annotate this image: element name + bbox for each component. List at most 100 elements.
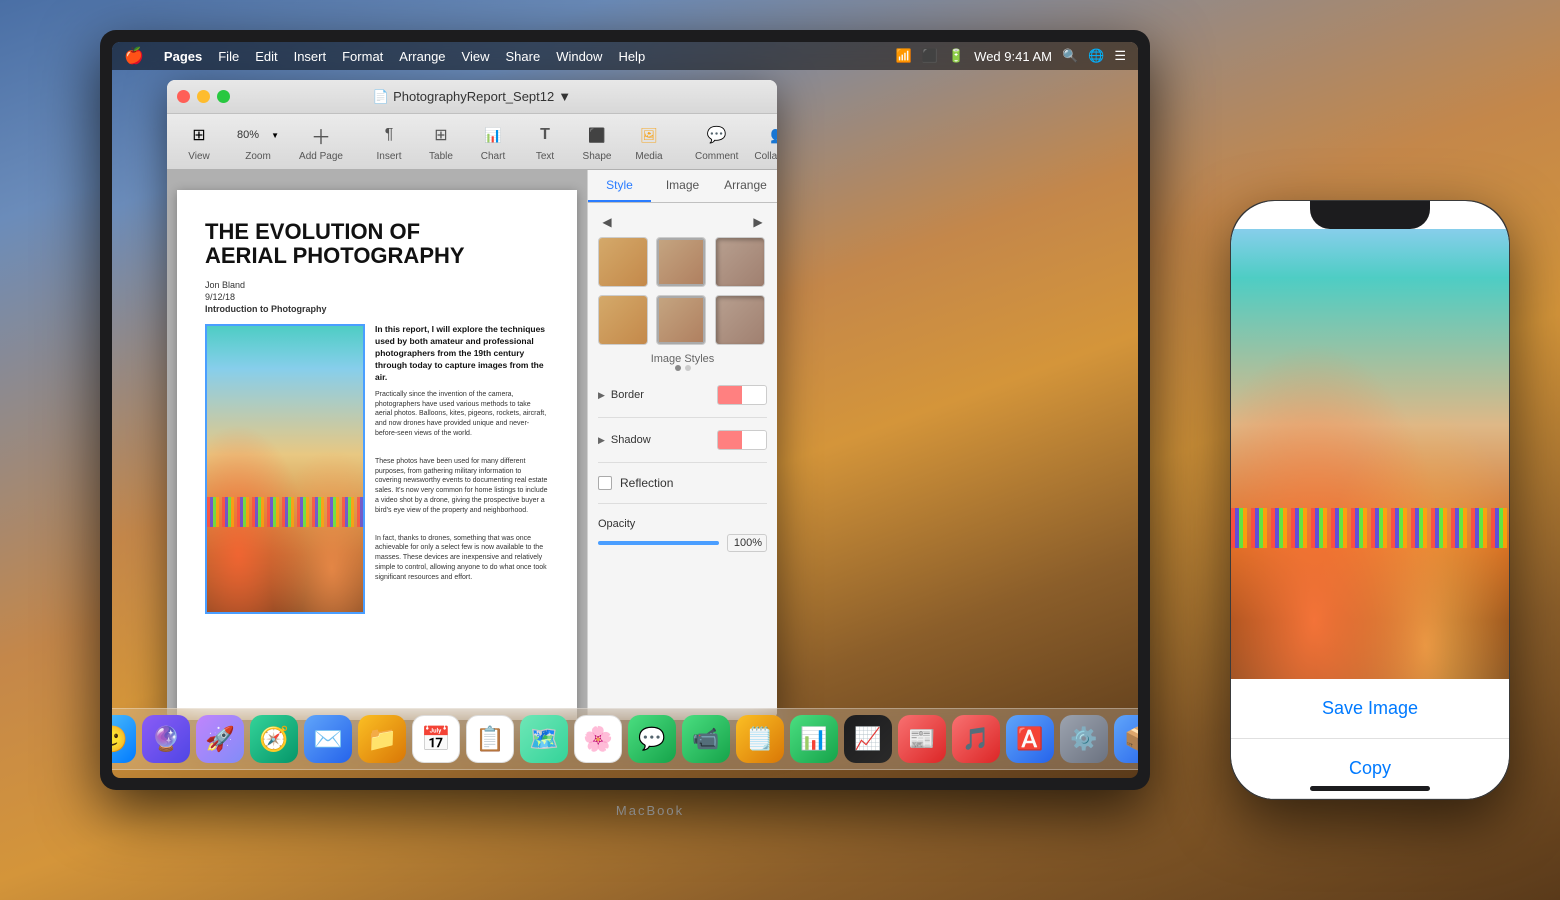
- dock-stocks[interactable]: 📈: [844, 715, 892, 763]
- window-menu[interactable]: Window: [556, 49, 602, 64]
- style-thumb-1[interactable]: [598, 237, 648, 287]
- border-expand-arrow[interactable]: ▶: [598, 390, 605, 401]
- file-menu[interactable]: File: [218, 49, 239, 64]
- table-button[interactable]: ⊞: [423, 121, 459, 149]
- tab-image[interactable]: Image: [651, 170, 714, 202]
- dock-messages[interactable]: 💬: [628, 715, 676, 763]
- apple-menu[interactable]: 🍎: [124, 46, 144, 66]
- style-thumb-4[interactable]: [598, 295, 648, 345]
- style-thumb-3[interactable]: [715, 237, 765, 287]
- comment-button[interactable]: 💬: [699, 121, 735, 149]
- title-dropdown-icon[interactable]: ▼: [558, 89, 571, 104]
- style-thumb-2[interactable]: [656, 237, 706, 287]
- dock-reminders[interactable]: 📋: [466, 715, 514, 763]
- border-color-swatch[interactable]: [717, 385, 767, 405]
- dock-notes[interactable]: 📁: [358, 715, 406, 763]
- dock-appstore[interactable]: 🅰️: [1006, 715, 1054, 763]
- table-icon: ⊞: [434, 125, 447, 145]
- tab-arrange[interactable]: Arrange: [714, 170, 777, 202]
- window-titlebar: 📄 PhotographyReport_Sept12 ▼: [167, 80, 777, 114]
- toolbar: ⊞ View 80% ▼ Zoom ＋: [167, 114, 777, 170]
- dock-notes2[interactable]: 🗒️: [736, 715, 784, 763]
- share-menu[interactable]: Share: [505, 49, 540, 64]
- airplay-icon: ⬛: [922, 48, 938, 64]
- reflection-checkbox[interactable]: [598, 476, 612, 490]
- reflection-section: Reflection: [598, 471, 767, 504]
- collaborate-icon: 👥: [770, 125, 777, 145]
- document-area[interactable]: THE EVOLUTION OF AERIAL PHOTOGRAPHY Jon …: [167, 170, 587, 720]
- dock-numbers[interactable]: 📊: [790, 715, 838, 763]
- opacity-slider[interactable]: [598, 541, 719, 545]
- media-button[interactable]: 🖼: [631, 121, 667, 149]
- toolbar-text-group[interactable]: T Text: [521, 121, 569, 162]
- collaborate-button[interactable]: 👥: [762, 121, 777, 149]
- app-name-menu[interactable]: Pages: [164, 49, 202, 64]
- wifi-icon: 📶: [896, 48, 912, 64]
- chart-button[interactable]: 📊: [475, 121, 511, 149]
- toolbar-comment-group[interactable]: 💬 Comment: [689, 121, 744, 162]
- dock-siri[interactable]: 🔮: [142, 715, 190, 763]
- zoom-dropdown-icon: ▼: [271, 131, 279, 140]
- edit-menu[interactable]: Edit: [255, 49, 277, 64]
- dock-music[interactable]: 🎵: [952, 715, 1000, 763]
- view-button[interactable]: ⊞: [181, 121, 217, 149]
- maximize-button[interactable]: [217, 90, 230, 103]
- dock-safari[interactable]: 🧭: [250, 715, 298, 763]
- toolbar-zoom-group[interactable]: 80% ▼ Zoom: [227, 121, 289, 162]
- insert-menu[interactable]: Insert: [294, 49, 327, 64]
- toolbar-insert-group[interactable]: ¶ Insert: [365, 121, 413, 162]
- comment-icon: 💬: [707, 125, 727, 145]
- tab-style[interactable]: Style: [588, 170, 651, 202]
- iphone-people-overlay: [1231, 508, 1509, 548]
- shape-button[interactable]: ⬛: [579, 121, 615, 149]
- help-menu[interactable]: Help: [618, 49, 645, 64]
- toolbar-chart-group[interactable]: 📊 Chart: [469, 121, 517, 162]
- arrange-menu[interactable]: Arrange: [399, 49, 445, 64]
- toolbar-table-group[interactable]: ⊞ Table: [417, 121, 465, 162]
- toolbar-media-group[interactable]: 🖼 Media: [625, 121, 673, 162]
- shadow-expand-arrow[interactable]: ▶: [598, 435, 605, 446]
- dock-finder[interactable]: 🙂: [112, 715, 136, 763]
- page-aerial-image[interactable]: [205, 324, 365, 614]
- opacity-value[interactable]: 100%: [727, 534, 767, 552]
- toolbar-shape-group[interactable]: ⬛ Shape: [573, 121, 621, 162]
- iphone-notch: [1310, 201, 1430, 229]
- collaborate-label: Collaborate: [754, 151, 777, 162]
- toolbar-addpage-group[interactable]: ＋ Add Page: [293, 121, 349, 162]
- menu-icon[interactable]: ☰: [1114, 48, 1126, 64]
- minimize-button[interactable]: [197, 90, 210, 103]
- view-menu[interactable]: View: [462, 49, 490, 64]
- shadow-row: ▶ Shadow: [598, 426, 767, 454]
- right-panel: Style Image Arrange ◀ ▶: [587, 170, 777, 720]
- dock-photos[interactable]: 🌸: [574, 715, 622, 763]
- format-menu[interactable]: Format: [342, 49, 383, 64]
- panel-body: ◀ ▶: [588, 203, 777, 720]
- dock-calendar[interactable]: 📅: [412, 715, 460, 763]
- iphone-home-indicator[interactable]: [1310, 786, 1430, 791]
- dock-news[interactable]: 📰: [898, 715, 946, 763]
- iphone-aerial-photo: [1231, 229, 1509, 719]
- dock-maps[interactable]: 🗺️: [520, 715, 568, 763]
- text-button[interactable]: T: [527, 121, 563, 149]
- dock-facetime[interactable]: 📹: [682, 715, 730, 763]
- save-image-button[interactable]: Save Image: [1231, 679, 1509, 739]
- style-nav-next[interactable]: ▶: [749, 213, 767, 231]
- style-nav-prev[interactable]: ◀: [598, 213, 616, 231]
- siri-icon[interactable]: 🌐: [1088, 48, 1104, 64]
- dock-rocket[interactable]: 🚀: [196, 715, 244, 763]
- dock-airdrop[interactable]: 📦: [1114, 715, 1138, 763]
- close-button[interactable]: [177, 90, 190, 103]
- toolbar-collaborate-group[interactable]: 👥 Collaborate: [748, 121, 777, 162]
- style-thumb-5[interactable]: [656, 295, 706, 345]
- iphone-screen: Save Image Copy: [1231, 201, 1509, 799]
- insert-button[interactable]: ¶: [371, 121, 407, 149]
- style-thumb-6[interactable]: [715, 295, 765, 345]
- zoom-button[interactable]: 80% ▼: [233, 121, 283, 149]
- beach-people-overlay: [207, 497, 363, 527]
- shadow-color-swatch[interactable]: [717, 430, 767, 450]
- dock-mail[interactable]: ✉️: [304, 715, 352, 763]
- toolbar-view-group[interactable]: ⊞ View: [175, 121, 223, 162]
- dock-settings[interactable]: ⚙️: [1060, 715, 1108, 763]
- search-icon[interactable]: 🔍: [1062, 48, 1078, 64]
- add-page-button[interactable]: ＋: [299, 121, 343, 149]
